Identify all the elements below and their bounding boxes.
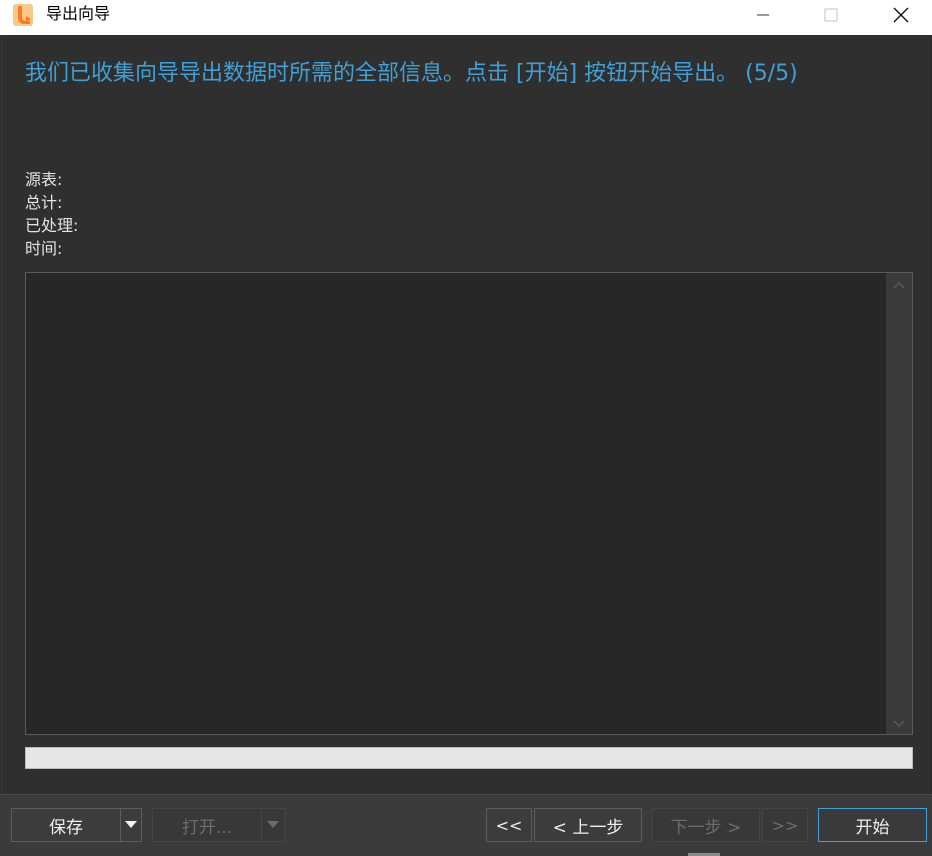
next-step-button[interactable]: 下一步 > (652, 808, 760, 842)
processed-label: 已处理: (25, 216, 79, 235)
last-step-button[interactable]: >> (762, 808, 808, 842)
scroll-up-icon[interactable] (893, 281, 905, 289)
wizard-footer: 保存 打开... << < 上一步 下一步 > >> 开始 (0, 794, 932, 856)
save-button[interactable]: 保存 (11, 808, 121, 842)
first-step-button[interactable]: << (486, 808, 532, 842)
previous-step-button[interactable]: < 上一步 (534, 808, 642, 842)
open-dropdown-button[interactable] (261, 808, 285, 842)
source-table-label: 源表: (25, 170, 63, 189)
log-textarea[interactable] (25, 272, 913, 735)
time-label: 时间: (25, 239, 63, 258)
save-dropdown-button[interactable] (120, 808, 142, 842)
wizard-headline: 我们已收集向导导出数据时所需的全部信息。点击 [开始] 按钮开始导出。 (5/5… (25, 61, 798, 86)
maximize-icon (824, 8, 838, 22)
log-scrollbar[interactable] (886, 273, 912, 734)
navicat-app-icon (12, 3, 34, 27)
total-label: 总计: (25, 193, 63, 212)
scroll-down-icon[interactable] (893, 720, 905, 728)
wizard-content: 我们已收集向导导出数据时所需的全部信息。点击 [开始] 按钮开始导出。 (5/5… (1, 35, 931, 794)
minimize-icon (757, 14, 769, 16)
close-icon (893, 7, 909, 23)
open-button[interactable]: 打开... (152, 808, 262, 842)
close-button[interactable] (878, 0, 924, 30)
export-progress-bar (25, 747, 913, 769)
window-title: 导出向导 (46, 4, 111, 23)
start-button[interactable]: 开始 (818, 808, 927, 842)
minimize-button[interactable] (740, 0, 786, 30)
chevron-down-icon (125, 821, 137, 828)
export-info: 源表: 总计: 已处理: 时间: (25, 168, 78, 260)
title-bar: 导出向导 (0, 0, 932, 35)
chevron-down-icon (267, 821, 279, 828)
maximize-button[interactable] (808, 0, 854, 30)
